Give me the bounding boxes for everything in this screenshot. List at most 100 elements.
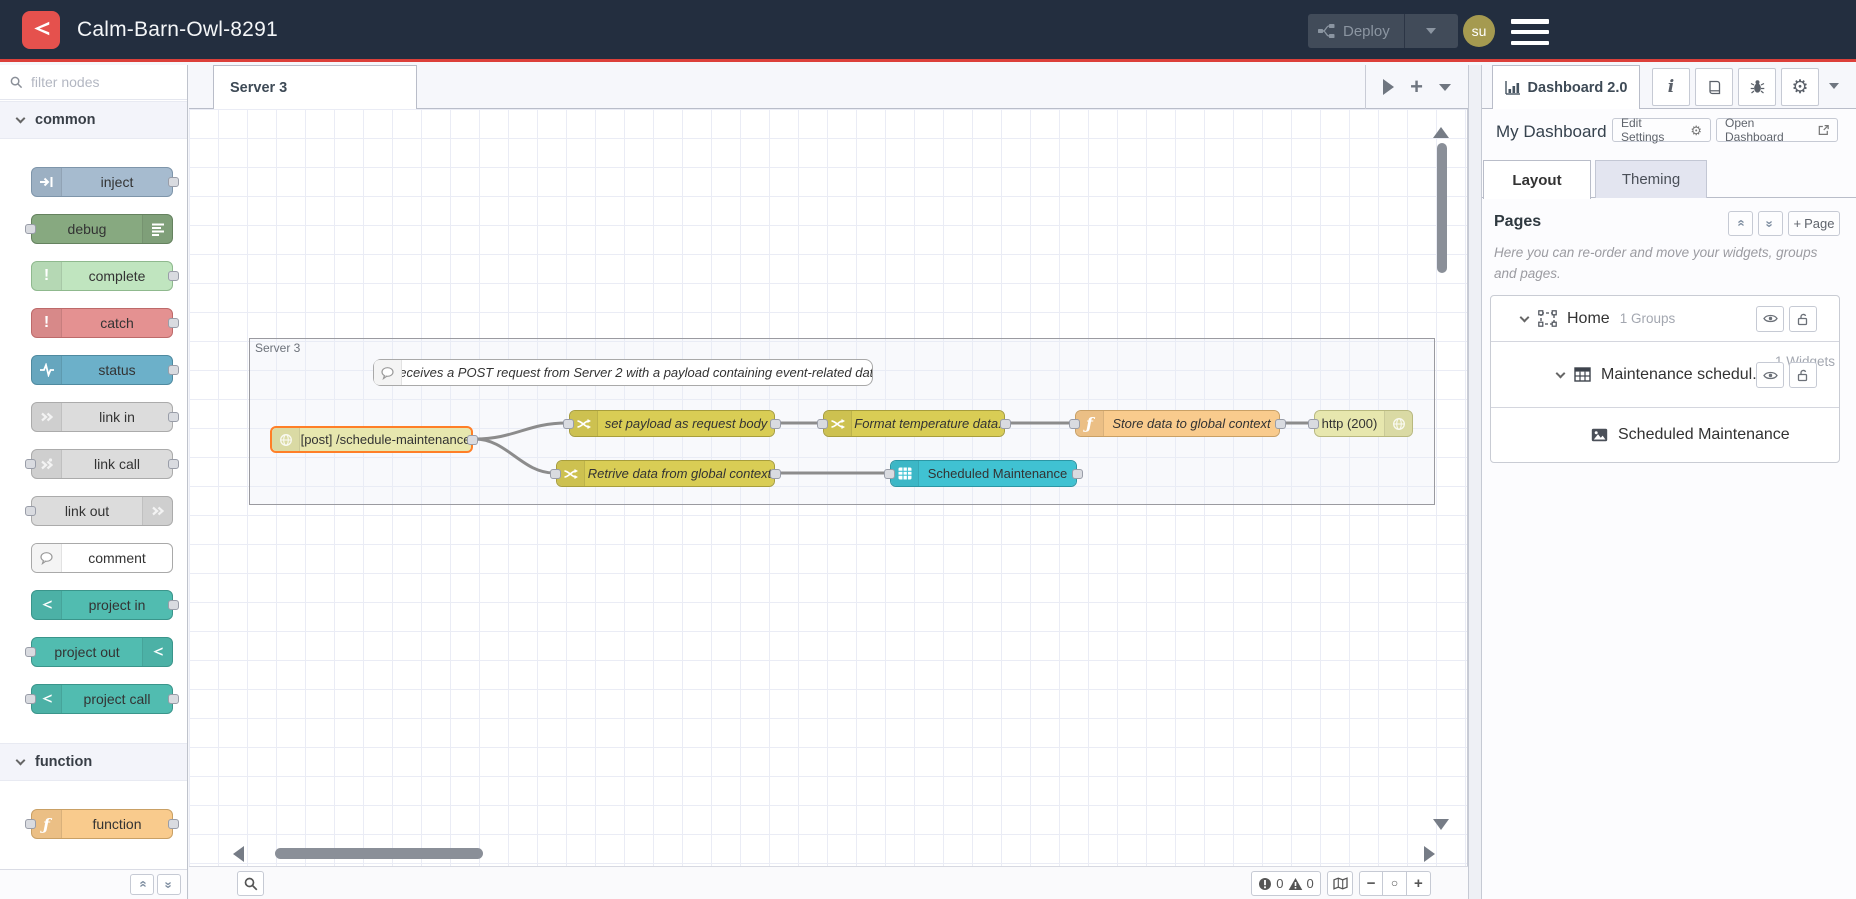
- lock-button[interactable]: [1789, 305, 1817, 332]
- project-icon: [142, 638, 172, 666]
- node-input-port[interactable]: [817, 418, 828, 429]
- move-down-button[interactable]: »: [1758, 211, 1783, 236]
- instance-title: Calm-Barn-Owl-8291: [77, 17, 278, 41]
- palette-category-function[interactable]: function: [0, 743, 187, 781]
- zoom-reset-button[interactable]: ○: [1383, 872, 1407, 895]
- palette-category-common[interactable]: common: [0, 101, 187, 139]
- palette-node-status[interactable]: status: [31, 355, 179, 385]
- scroll-right-icon[interactable]: [1424, 846, 1435, 867]
- flow-node-change-format-temp[interactable]: Format temperature data.: [817, 410, 1011, 437]
- chevron-down-icon[interactable]: [1555, 368, 1566, 378]
- palette-node-complete[interactable]: ! complete: [31, 261, 179, 291]
- sidebar-menu-caret-icon[interactable]: [1829, 83, 1839, 89]
- tab-list-caret-icon[interactable]: [1439, 83, 1452, 91]
- palette-node-function[interactable]: ƒ function: [25, 809, 179, 839]
- flow-node-http-in[interactable]: [post] /schedule-maintenance: [270, 426, 478, 453]
- deploy-button[interactable]: Deploy: [1308, 14, 1458, 48]
- node-output-port[interactable]: [467, 434, 478, 445]
- tree-row-home[interactable]: Home 1 Groups: [1491, 296, 1839, 342]
- palette-filter[interactable]: [0, 65, 187, 100]
- palette-node-debug[interactable]: debug: [25, 214, 173, 244]
- notifications-button[interactable]: 0 0: [1251, 871, 1321, 896]
- zoom-out-button[interactable]: −: [1360, 872, 1384, 895]
- sidebar-splitter[interactable]: [1468, 65, 1482, 899]
- add-page-button[interactable]: + Page: [1788, 211, 1840, 236]
- next-tab-icon[interactable]: [1382, 79, 1394, 95]
- flow-node-function-store[interactable]: ƒ Store data to global context: [1069, 410, 1286, 437]
- flow-node-change-set-payload[interactable]: set payload as request body: [563, 410, 781, 437]
- node-input-port[interactable]: [884, 468, 895, 479]
- tab-layout[interactable]: Layout: [1483, 160, 1591, 199]
- flow-node-http-response[interactable]: http (200): [1308, 410, 1413, 437]
- palette-node-link-in[interactable]: link in: [31, 402, 179, 432]
- deploy-options-caret[interactable]: [1426, 28, 1437, 34]
- palette-node-link-out[interactable]: link out: [25, 496, 173, 526]
- visibility-button[interactable]: [1756, 305, 1784, 332]
- node-input-port: [25, 647, 36, 657]
- zoom-in-button[interactable]: +: [1407, 872, 1430, 895]
- node-input-port[interactable]: [1069, 418, 1080, 429]
- deploy-icon: [1318, 24, 1335, 38]
- add-tab-icon[interactable]: +: [1410, 76, 1423, 98]
- gear-icon: ⚙: [1690, 122, 1702, 138]
- node-output-port[interactable]: [770, 418, 781, 429]
- node-output-port[interactable]: [770, 468, 781, 479]
- palette-node-project-out[interactable]: project out: [25, 637, 173, 667]
- palette-node-project-call[interactable]: project call: [25, 684, 179, 714]
- minimap-toggle-button[interactable]: [1327, 871, 1353, 896]
- exclamation-icon: !: [32, 262, 62, 290]
- node-input-port[interactable]: [1308, 418, 1319, 429]
- node-input-port[interactable]: [550, 468, 561, 479]
- open-dashboard-button[interactable]: Open Dashboard: [1716, 116, 1838, 144]
- layout-theming-tabs: Layout Theming: [1482, 160, 1856, 199]
- flow-tab-server3[interactable]: Server 3: [213, 65, 417, 109]
- tab-theming[interactable]: Theming: [1595, 160, 1707, 198]
- palette-filter-input[interactable]: [29, 73, 159, 91]
- error-icon: [1259, 877, 1272, 890]
- scroll-left-icon[interactable]: [233, 846, 244, 867]
- tree-row-group[interactable]: Maintenance schedul... 1 Widgets: [1491, 342, 1839, 408]
- scroll-up-icon[interactable]: [1433, 125, 1449, 143]
- status-pulse-icon: [32, 356, 62, 384]
- node-output-port[interactable]: [1072, 468, 1083, 479]
- tree-row-widget[interactable]: Scheduled Maintenance: [1491, 408, 1839, 462]
- tab-help[interactable]: [1695, 68, 1733, 106]
- main-menu-icon[interactable]: [1511, 19, 1549, 45]
- flow-node-ui-table[interactable]: Scheduled Maintenance: [884, 460, 1083, 487]
- search-flows-button[interactable]: [237, 871, 264, 896]
- palette-node-catch[interactable]: ! catch: [31, 308, 179, 338]
- tab-info[interactable]: i: [1652, 68, 1690, 106]
- deploy-label: Deploy: [1343, 22, 1390, 40]
- palette-node-link-call[interactable]: link call: [25, 449, 179, 479]
- flow-node-change-retrieve[interactable]: Retrive data from global context: [550, 460, 781, 487]
- visibility-button[interactable]: [1756, 362, 1784, 388]
- collapse-all-button[interactable]: »: [130, 874, 154, 895]
- node-input-port: [25, 224, 36, 234]
- comment-bubble-icon: [32, 544, 62, 572]
- move-up-button[interactable]: »: [1728, 211, 1753, 236]
- user-avatar[interactable]: su: [1463, 15, 1495, 47]
- node-red-logo-icon: [22, 10, 60, 49]
- palette-node-project-in[interactable]: project in: [31, 590, 179, 620]
- lock-button[interactable]: [1789, 362, 1817, 388]
- edit-settings-button[interactable]: Edit Settings ⚙: [1612, 116, 1711, 144]
- node-output-port[interactable]: [1000, 418, 1011, 429]
- warning-count: 0: [1306, 876, 1314, 891]
- function-icon: ƒ: [32, 810, 62, 838]
- horizontal-scrollbar-thumb[interactable]: [275, 848, 483, 859]
- palette-node-inject[interactable]: inject: [31, 167, 179, 197]
- palette-node-comment[interactable]: comment: [31, 543, 173, 573]
- node-output-port[interactable]: [1275, 418, 1286, 429]
- tab-debug[interactable]: [1738, 68, 1776, 106]
- unlock-icon: [1797, 313, 1808, 325]
- vertical-scrollbar-thumb[interactable]: [1437, 143, 1447, 273]
- chevron-down-icon[interactable]: [1519, 312, 1530, 322]
- tab-config[interactable]: ⚙: [1781, 68, 1819, 106]
- flow-canvas[interactable]: Server 3 Receives a POST request from Se…: [189, 109, 1468, 866]
- scroll-down-icon[interactable]: [1433, 817, 1449, 835]
- expand-all-button[interactable]: »: [157, 874, 181, 895]
- node-input-port[interactable]: [563, 418, 574, 429]
- flow-node-comment[interactable]: Receives a POST request from Server 2 wi…: [373, 359, 873, 386]
- node-output-port: [168, 819, 179, 829]
- tab-dashboard-2[interactable]: Dashboard 2.0: [1492, 65, 1640, 109]
